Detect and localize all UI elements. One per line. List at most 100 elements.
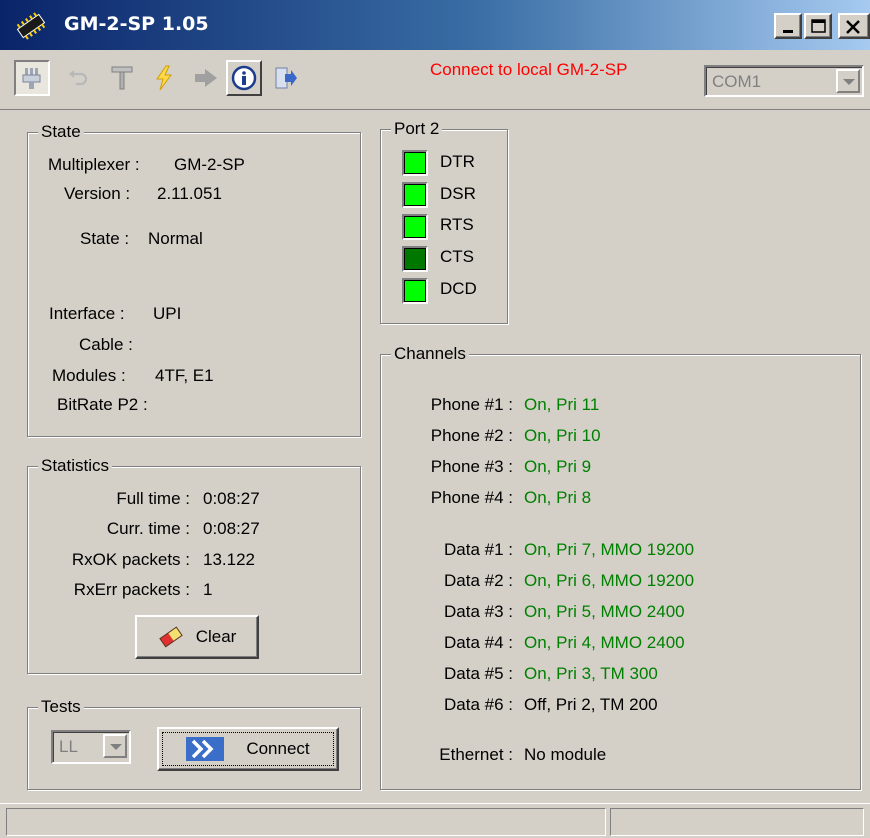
rts-label: RTS: [440, 215, 474, 234]
interface-value: UPI: [153, 304, 182, 323]
rts-led: [402, 214, 428, 240]
channels-group: Channels Phone #1 : On, Pri 11 Phone #2 …: [380, 344, 861, 790]
port2-group-title: Port 2: [391, 119, 443, 139]
rxok-label: RxOK packets :: [71, 550, 190, 569]
cts-led: [402, 246, 428, 272]
test-mode-select[interactable]: LL: [51, 730, 131, 764]
maximize-icon: [811, 19, 826, 33]
statistics-group-title: Statistics: [38, 456, 113, 476]
clear-button-label: Clear: [195, 627, 237, 646]
forward-arrow-icon: [195, 69, 217, 87]
data-3-label: Data #3 :: [444, 602, 513, 621]
phone-4-value: On, Pri 8: [524, 488, 592, 507]
phone-2-label: Phone #2 :: [430, 426, 513, 445]
cable-label: Cable :: [79, 335, 133, 354]
phone-1-label: Phone #1 :: [430, 395, 513, 414]
eraser-icon: [158, 626, 183, 648]
chevron-down-icon[interactable]: [836, 69, 860, 93]
rxerr-label: RxErr packets :: [73, 580, 190, 599]
lightning-icon: [156, 65, 172, 91]
info-tool-button[interactable]: [226, 60, 262, 96]
data-2-label: Data #2 :: [444, 571, 513, 590]
chip-icon: [16, 12, 46, 40]
toolbar: Connect to local GM-2-SP COM1: [0, 50, 870, 110]
chevron-down-icon[interactable]: [103, 734, 127, 758]
data-5-label: Data #5 :: [444, 664, 513, 683]
minimize-button[interactable]: [774, 13, 802, 39]
multiplexer-label: Multiplexer :: [48, 155, 140, 174]
version-label: Version :: [64, 184, 131, 203]
phone-4-label: Phone #4 :: [430, 488, 513, 507]
modules-label: Modules :: [52, 366, 126, 385]
state-group-title: State: [38, 122, 84, 142]
state-value: Normal: [148, 229, 203, 248]
state-group: State Multiplexer : GM-2-SP Version : 2.…: [27, 122, 361, 437]
bitrate-label: BitRate P2 :: [57, 395, 148, 414]
phone-3-label: Phone #3 :: [430, 457, 513, 476]
tests-group: Tests LL Connect: [27, 697, 361, 790]
window-title: GM-2-SP 1.05: [64, 13, 209, 35]
ethernet-value: No module: [524, 745, 607, 764]
data-4-value: On, Pri 4, MMO 2400: [524, 633, 685, 652]
modules-value: 4TF, E1: [155, 366, 214, 385]
dtr-label: DTR: [440, 152, 475, 171]
dsr-label: DSR: [440, 184, 476, 203]
undo-icon: [69, 70, 88, 86]
close-button[interactable]: [838, 13, 870, 39]
tools-icon: [111, 66, 133, 90]
plug-icon: [22, 68, 41, 89]
phone-3-value: On, Pri 9: [524, 457, 592, 476]
connect-button-label: Connect: [246, 739, 310, 758]
test-mode-value: LL: [59, 737, 78, 756]
double-chevron-right-icon: [186, 737, 225, 761]
curr-time-value: 0:08:27: [203, 519, 260, 538]
tests-group-title: Tests: [38, 697, 84, 717]
undo-tool-button[interactable]: [60, 60, 96, 96]
data-1-label: Data #1 :: [444, 540, 513, 559]
multiplexer-value: GM-2-SP: [174, 155, 245, 174]
close-icon: [846, 20, 860, 34]
title-bar[interactable]: GM-2-SP 1.05: [0, 0, 870, 50]
statistics-group: Statistics Full time : 0:08:27 Curr. tim…: [27, 456, 361, 674]
status-message: Connect to local GM-2-SP: [430, 60, 628, 79]
cts-label: CTS: [440, 247, 474, 266]
clear-button[interactable]: Clear: [135, 615, 259, 659]
dcd-label: DCD: [440, 279, 477, 298]
exit-icon: [275, 67, 297, 89]
interface-label: Interface :: [49, 304, 125, 323]
full-time-value: 0:08:27: [203, 489, 260, 508]
ethernet-label: Ethernet :: [439, 745, 513, 764]
dcd-led: [402, 278, 428, 304]
phone-1-value: On, Pri 11: [524, 395, 600, 414]
status-bar-panel-main: [6, 808, 606, 836]
connect-button[interactable]: Connect: [157, 727, 339, 771]
data-6-value: Off, Pri 2, TM 200: [524, 695, 658, 714]
exit-tool-button[interactable]: [268, 60, 304, 96]
channels-group-title: Channels: [391, 344, 469, 364]
minimize-icon: [783, 30, 793, 33]
curr-time-label: Curr. time :: [106, 519, 190, 538]
tools-tool-button[interactable]: [104, 60, 140, 96]
rxok-value: 13.122: [203, 550, 255, 569]
info-icon: [231, 65, 257, 91]
version-value: 2.11.051: [157, 184, 222, 203]
data-3-value: On, Pri 5, MMO 2400: [524, 602, 685, 621]
port-select[interactable]: COM1: [704, 65, 864, 97]
state-label: State :: [80, 229, 130, 248]
rxerr-value: 1: [203, 580, 213, 599]
data-6-label: Data #6 :: [444, 695, 513, 714]
data-1-value: On, Pri 7, MMO 19200: [524, 540, 695, 559]
main-window: GM-2-SP 1.05 Connect to local GM-2-SP CO…: [0, 0, 870, 838]
status-bar: [0, 803, 870, 838]
port-select-value: COM1: [712, 72, 762, 91]
forward-tool-button[interactable]: [188, 60, 224, 96]
connect-tool-button[interactable]: [14, 60, 50, 96]
lightning-tool-button[interactable]: [146, 60, 182, 96]
status-bar-panel-secondary: [610, 808, 864, 836]
dtr-led: [402, 150, 428, 176]
data-4-label: Data #4 :: [444, 633, 513, 652]
data-5-value: On, Pri 3, TM 300: [524, 664, 658, 683]
maximize-button[interactable]: [804, 13, 832, 39]
data-2-value: On, Pri 6, MMO 19200: [524, 571, 695, 590]
port2-group: Port 2 DTR DSR RTS CTS DCD: [380, 119, 508, 324]
